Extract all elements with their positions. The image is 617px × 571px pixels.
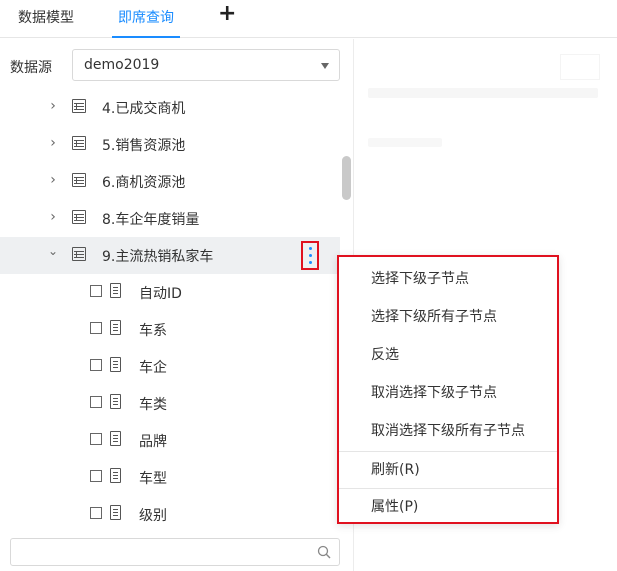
datasource-select[interactable]: demo2019 [72, 49, 340, 81]
field-label: 级别 [139, 508, 167, 524]
field-icon [110, 283, 121, 298]
field-icon [110, 320, 121, 335]
table-icon [72, 210, 86, 224]
menu-item-invert-selection[interactable]: 反选 [339, 337, 557, 373]
field-checkbox[interactable] [90, 285, 102, 297]
chevron-right-icon[interactable]: › [46, 209, 60, 225]
field-label: 品牌 [139, 434, 167, 450]
field-checkbox[interactable] [90, 507, 102, 519]
field-item[interactable]: 车企 [0, 348, 340, 385]
field-label: 自动ID [139, 286, 182, 302]
more-options-icon[interactable] [301, 241, 319, 270]
datasource-value: demo2019 [84, 57, 160, 73]
field-icon [110, 505, 121, 520]
menu-item-deselect-all-descendants[interactable]: 取消选择下级所有子节点 [339, 413, 557, 449]
datasource-label: 数据源 [10, 60, 52, 76]
field-label: 车企 [139, 360, 167, 376]
field-item[interactable]: 品牌 [0, 422, 340, 459]
tree-node-label: 6.商机资源池 [102, 175, 186, 191]
field-icon [110, 468, 121, 483]
field-icon [110, 431, 121, 446]
tree-node-table[interactable]: › 4.已成交商机 [0, 89, 340, 126]
table-icon [72, 99, 86, 113]
tree-node-label: 4.已成交商机 [102, 101, 186, 117]
tree-node-table-selected[interactable]: ⌄ 9.主流热销私家车 [0, 237, 340, 274]
field-item[interactable]: 车型 [0, 459, 340, 496]
search-icon[interactable] [317, 545, 331, 559]
menu-item-refresh[interactable]: 刷新(R) [339, 452, 557, 488]
caret-down-icon [321, 63, 329, 69]
field-checkbox[interactable] [90, 433, 102, 445]
field-label: 车型 [139, 471, 167, 487]
app-root: 数据模型 即席查询 + 数据源 demo2019 › 4.已成交商机 › 5.销… [0, 0, 617, 571]
menu-item-select-all-descendants[interactable]: 选择下级所有子节点 [339, 299, 557, 335]
tree-node-label: 9.主流热销私家车 [102, 249, 214, 265]
field-search-box[interactable] [10, 538, 340, 566]
menu-item-select-children[interactable]: 选择下级子节点 [339, 261, 557, 297]
background-placeholder [560, 54, 600, 80]
scrollbar-thumb[interactable] [342, 156, 351, 200]
tree-node-label: 8.车企年度销量 [102, 212, 200, 228]
background-placeholder [368, 138, 442, 147]
background-placeholder [368, 88, 598, 98]
field-checkbox[interactable] [90, 359, 102, 371]
tab-bar: 数据模型 即席查询 + [0, 0, 617, 38]
menu-item-properties[interactable]: 属性(P) [339, 489, 557, 525]
tree-node-table[interactable]: › 5.销售资源池 [0, 126, 340, 163]
table-icon [72, 173, 86, 187]
left-panel: 数据源 demo2019 › 4.已成交商机 › 5.销售资源池 › 6.商机资… [0, 39, 353, 571]
field-icon [110, 394, 121, 409]
field-icon [110, 357, 121, 372]
chevron-down-icon[interactable]: ⌄ [46, 244, 60, 258]
menu-item-deselect-children[interactable]: 取消选择下级子节点 [339, 375, 557, 411]
field-item[interactable]: 车系 [0, 311, 340, 348]
field-item[interactable]: 自动ID [0, 274, 340, 311]
search-input[interactable] [19, 540, 309, 564]
table-icon [72, 136, 86, 150]
field-label: 车系 [139, 323, 167, 339]
context-menu: 选择下级子节点 选择下级所有子节点 反选 取消选择下级子节点 取消选择下级所有子… [337, 255, 559, 524]
field-item[interactable]: 车类 [0, 385, 340, 422]
field-item[interactable]: 级别 [0, 496, 340, 527]
tab-adhoc-query[interactable]: 即席查询 [112, 8, 180, 38]
field-checkbox[interactable] [90, 396, 102, 408]
tree-node-table[interactable]: › 6.商机资源池 [0, 163, 340, 200]
tree-node-table[interactable]: › 8.车企年度销量 [0, 200, 340, 237]
chevron-right-icon[interactable]: › [46, 172, 60, 188]
chevron-right-icon[interactable]: › [46, 98, 60, 114]
field-checkbox[interactable] [90, 322, 102, 334]
plus-icon[interactable]: + [218, 3, 236, 34]
table-icon [72, 247, 86, 261]
tree-node-label: 5.销售资源池 [102, 138, 186, 154]
tab-data-model[interactable]: 数据模型 [18, 8, 74, 38]
tree-view: › 4.已成交商机 › 5.销售资源池 › 6.商机资源池 › 8.车企年度销量… [0, 89, 340, 527]
field-checkbox[interactable] [90, 470, 102, 482]
field-label: 车类 [139, 397, 167, 413]
chevron-right-icon[interactable]: › [46, 135, 60, 151]
